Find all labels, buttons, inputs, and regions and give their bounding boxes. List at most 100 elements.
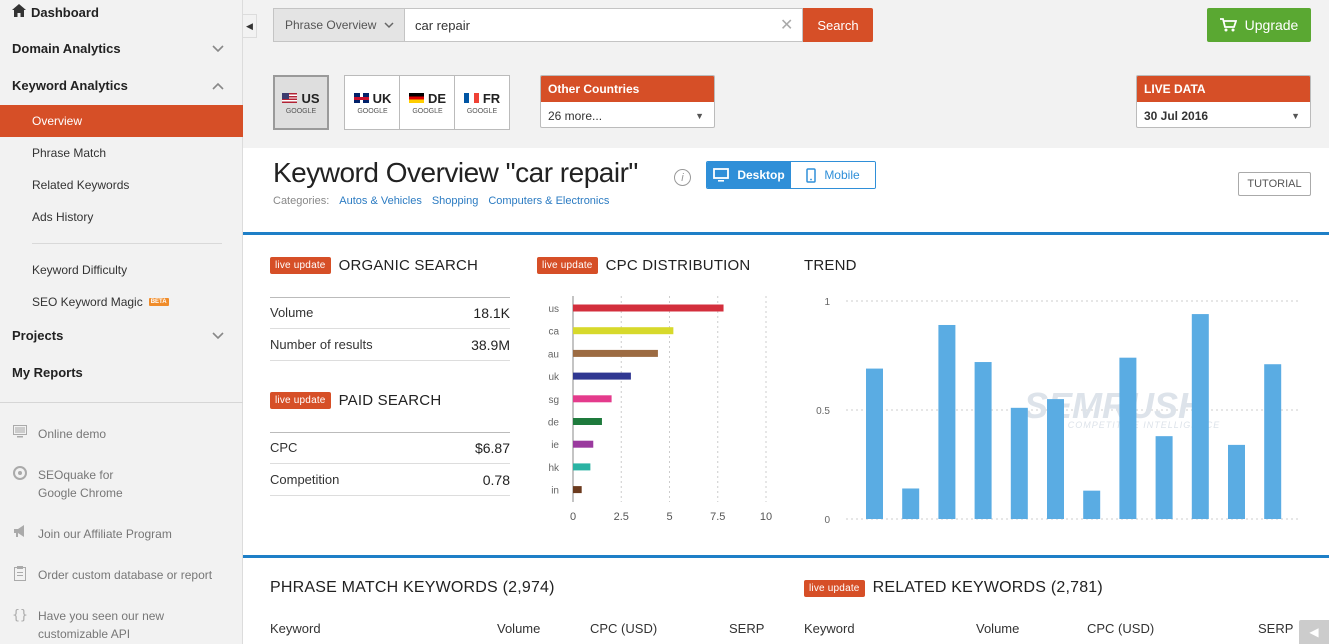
y-tick-label: ca: [548, 327, 559, 338]
mobile-label: Mobile: [824, 168, 860, 182]
country-us-button[interactable]: US GOOGLE: [273, 75, 329, 130]
bar: [573, 463, 591, 471]
section-divider: [243, 555, 1329, 558]
database-select[interactable]: Phrase Overview: [273, 8, 405, 42]
sidebar-link-online-demo[interactable]: Online demo: [12, 425, 232, 443]
column-header-serp[interactable]: SERP: [1258, 621, 1293, 636]
category-link[interactable]: Shopping: [432, 195, 479, 207]
sidebar-link-affiliate[interactable]: Join our Affiliate Program: [12, 525, 232, 543]
y-tick-label: ie: [551, 440, 559, 451]
other-countries-dropdown[interactable]: Other Countries 26 more... ▼: [540, 75, 715, 128]
column-header-cpc[interactable]: CPC (USD): [590, 621, 657, 636]
sidebar-item-overview[interactable]: Overview: [0, 105, 243, 137]
sidebar-section-my-reports[interactable]: My Reports: [12, 365, 224, 380]
column-header-cpc[interactable]: CPC (USD): [1087, 621, 1154, 636]
clear-search-icon[interactable]: ✕: [780, 15, 793, 35]
column-header-keyword[interactable]: Keyword: [804, 621, 855, 636]
paid-cpc-row: CPC $6.87: [270, 432, 510, 464]
sidebar-item-phrase-match[interactable]: Phrase Match: [0, 137, 243, 169]
search-button[interactable]: Search: [803, 8, 873, 42]
sidebar-section-domain-analytics[interactable]: Domain Analytics: [12, 41, 224, 56]
search-input[interactable]: car repair: [405, 8, 803, 42]
organic-volume-row: Volume 18.1K: [270, 297, 510, 329]
row-value: $6.87: [474, 439, 510, 456]
desktop-toggle[interactable]: Desktop: [707, 162, 791, 188]
column-header-volume[interactable]: Volume: [497, 621, 540, 636]
cpc-distribution-chart: 0 2.5 5 7.5 10 us ca au uk sg de ie hk in: [548, 296, 772, 523]
row-value: 38.9M: [471, 336, 510, 353]
bar: [573, 395, 612, 403]
braces-icon: {}: [12, 608, 28, 623]
chevron-up-icon: [212, 82, 224, 90]
info-icon[interactable]: i: [674, 169, 691, 186]
bar: [1047, 399, 1064, 519]
sidebar-link-api-format[interactable]: {} Have you seen our new customizable AP…: [12, 607, 172, 644]
de-flag-icon: [408, 93, 424, 103]
x-tick-label: 7.5: [710, 511, 725, 523]
row-value: 0.78: [482, 471, 510, 488]
x-tick-label: 5: [666, 511, 672, 523]
desktop-label: Desktop: [737, 168, 785, 182]
row-value: 18.1K: [473, 304, 510, 321]
sidebar-dashboard[interactable]: Dashboard: [12, 4, 99, 20]
uk-flag-icon: [353, 93, 369, 103]
bar: [1264, 364, 1282, 519]
sidebar-collapse-button[interactable]: ◀: [243, 14, 257, 38]
section-label: My Reports: [12, 365, 83, 380]
caret-down-icon: ▼: [695, 110, 704, 121]
sidebar-link-label: Online demo: [38, 427, 107, 441]
live-data-dropdown[interactable]: LIVE DATA 30 Jul 2016 ▼: [1136, 75, 1311, 128]
country-fr-button[interactable]: FR GOOGLE: [454, 75, 510, 130]
sidebar-item-label: Phrase Match: [32, 146, 107, 160]
y-tick-label: 0: [824, 515, 830, 526]
x-tick-label: 10: [760, 511, 772, 523]
categories-label: Categories:: [273, 195, 330, 207]
bar: [573, 327, 674, 335]
country-code: DE: [427, 90, 447, 106]
bar: [573, 486, 582, 494]
sidebar-item-seo-keyword-magic[interactable]: SEO Keyword Magic BETA: [0, 286, 243, 318]
country-uk-button[interactable]: UK GOOGLE: [344, 75, 400, 130]
column-header-serp[interactable]: SERP: [729, 621, 764, 636]
tutorial-button[interactable]: TUTORIAL: [1238, 172, 1311, 196]
column-header-volume[interactable]: Volume: [976, 621, 1019, 636]
category-link[interactable]: Computers & Electronics: [488, 195, 609, 207]
widget-title: PAID SEARCH: [338, 392, 442, 409]
device-toggle: Desktop Mobile: [706, 161, 876, 189]
mobile-toggle[interactable]: Mobile: [791, 162, 875, 188]
bar: [1228, 444, 1245, 519]
sidebar-link-seoquake[interactable]: SEOquake for Google Chrome: [12, 466, 152, 502]
feedback-button[interactable]: ◀: [1299, 620, 1329, 644]
y-tick-label: au: [548, 349, 559, 360]
live-update-badge: live update: [537, 257, 598, 274]
desktop-icon: [713, 168, 730, 182]
y-tick-label: 0.5: [816, 406, 830, 417]
column-header-keyword[interactable]: Keyword: [270, 621, 321, 636]
sidebar-link-order-database[interactable]: Order custom database or report: [12, 566, 232, 586]
upgrade-button[interactable]: Upgrade: [1207, 8, 1311, 42]
country-de-button[interactable]: DE GOOGLE: [399, 75, 455, 130]
chevron-down-icon: [212, 331, 224, 339]
country-code: UK: [372, 90, 392, 106]
organic-search-heading: live update ORGANIC SEARCH: [270, 257, 478, 274]
sidebar-item-ads-history[interactable]: Ads History: [0, 201, 243, 233]
bar: [938, 324, 956, 519]
sidebar-link-label: Order custom database or report: [38, 568, 213, 582]
sidebar-item-related-keywords[interactable]: Related Keywords: [0, 169, 243, 201]
x-tick-label: 2.5: [614, 511, 629, 523]
country-engine: GOOGLE: [285, 107, 317, 115]
bar: [573, 372, 631, 380]
bar: [1010, 407, 1028, 519]
cpc-distribution-heading: live update CPC DISTRIBUTION: [537, 257, 750, 274]
clipboard-icon: [12, 566, 28, 586]
category-link[interactable]: Autos & Vehicles: [339, 195, 422, 207]
cart-icon: [1219, 18, 1237, 32]
caret-down-icon: ▼: [1291, 110, 1300, 121]
sidebar-item-keyword-difficulty[interactable]: Keyword Difficulty: [0, 254, 243, 286]
sidebar-section-projects[interactable]: Projects: [12, 328, 224, 343]
chevron-down-icon: [384, 21, 394, 28]
bar: [1083, 490, 1101, 519]
bar: [1191, 314, 1209, 519]
sidebar-section-keyword-analytics[interactable]: Keyword Analytics: [12, 78, 224, 93]
bar: [573, 418, 602, 425]
